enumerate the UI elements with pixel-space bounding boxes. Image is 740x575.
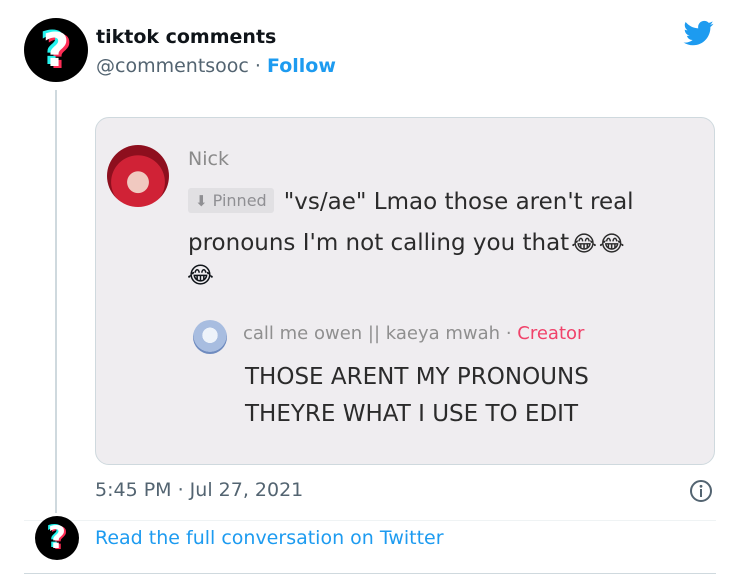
pin-icon: ⬇ [195,192,208,210]
footer-avatar[interactable]: ? [35,516,79,560]
commenter-name: Nick [188,148,229,170]
reply-author-line: call me owen || kaeya mwah · Creator [243,323,584,344]
reply-avatar [193,320,227,354]
avatar-glyph: ? [42,23,70,77]
comment-line-2: pronouns I'm not calling you that😂😂 [188,230,625,257]
commenter-avatar [107,145,169,207]
twitter-bird-icon[interactable] [682,18,716,48]
reply-text-2: THEYRE WHAT I USE TO EDIT [245,401,579,427]
embedded-screenshot[interactable]: Nick ⬇ Pinned "vs/ae" Lmao those aren't r… [95,117,715,465]
comment-text-2: pronouns I'm not calling you that [188,230,570,256]
creator-badge: Creator [517,323,585,344]
handle-separator: · [248,55,267,77]
read-full-conversation-link[interactable]: Read the full conversation on Twitter [95,527,444,549]
author-handle[interactable]: @commentsooc [96,55,249,77]
comment-text-1: "vs/ae" Lmao those aren't real [283,189,634,215]
reply-text-1: THOSE ARENT MY PRONOUNS [245,364,589,390]
laugh-emoji-icon: 😂 [187,263,214,289]
author-avatar[interactable]: ? [24,18,88,82]
pinned-label: Pinned [212,191,267,210]
reply-separator: · [500,323,518,344]
laugh-emoji-icon: 😂 [598,232,625,257]
author-name[interactable]: tiktok comments [96,26,336,48]
card-bottom-edge [24,573,716,574]
reply-author: call me owen || kaeya mwah [243,323,501,344]
comment-line-1: ⬇ Pinned "vs/ae" Lmao those aren't real [188,188,634,215]
avatar-glyph: ? [48,519,66,556]
author-handle-line: @commentsooc · Follow [96,55,336,77]
laugh-emoji-icon: 😂 [571,232,597,257]
info-icon[interactable] [689,479,713,503]
author-block: tiktok comments @commentsooc · Follow [96,26,336,77]
footer-divider [24,520,716,521]
tweet-timestamp[interactable]: 5:45 PM · Jul 27, 2021 [95,479,303,501]
pinned-badge: ⬇ Pinned [188,188,274,213]
thread-line [55,90,57,513]
follow-button[interactable]: Follow [267,55,336,77]
